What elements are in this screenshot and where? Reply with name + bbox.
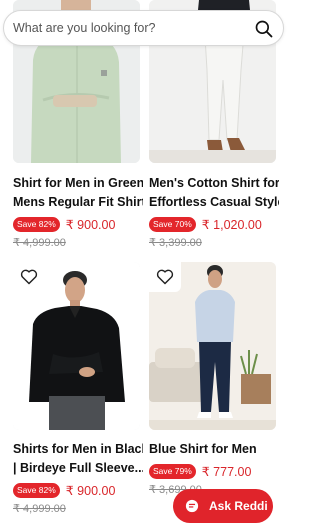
ask-reddi-label: Ask Reddi <box>209 499 268 513</box>
discount-badge: Save 79% <box>149 463 196 479</box>
sale-price: ₹ 777.00 <box>201 464 252 479</box>
original-price: ₹ 4,999.00 <box>13 503 66 515</box>
search-input[interactable] <box>13 19 243 37</box>
heart-icon <box>156 269 174 285</box>
wishlist-button[interactable] <box>13 262 45 292</box>
search-icon[interactable] <box>254 19 274 39</box>
product-title[interactable]: Blue Shirt for Men <box>149 440 279 459</box>
discount-badge: Save 70% <box>149 216 196 232</box>
chat-icon <box>185 499 199 513</box>
sale-price: ₹ 900.00 <box>65 217 116 232</box>
price-row: Save 82% ₹ 900.00 <box>13 215 115 233</box>
discount-badge: Save 82% <box>13 482 60 498</box>
product-title-line2[interactable]: Mens Regular Fit Shirt <box>13 193 143 212</box>
price-row: Save 82% ₹ 900.00 <box>13 481 115 499</box>
product-title-line2[interactable]: Effortless Casual Style <box>149 193 279 212</box>
product-title[interactable]: Men's Cotton Shirt for <box>149 174 279 193</box>
product-title-line2[interactable]: | Birdeye Full Sleeve... <box>13 459 143 478</box>
heart-icon <box>20 269 38 285</box>
search-bar <box>3 10 284 46</box>
original-price: ₹ 3,399.00 <box>149 237 202 249</box>
sale-price: ₹ 1,020.00 <box>201 217 262 232</box>
price-row: Save 79% ₹ 777.00 <box>149 462 251 480</box>
product-title[interactable]: Shirts for Men in Black <box>13 440 143 459</box>
original-price: ₹ 4,999.00 <box>13 237 66 249</box>
ask-reddi-button[interactable]: Ask Reddi <box>173 489 273 523</box>
product-title[interactable]: Shirt for Men in Green| <box>13 174 143 193</box>
discount-badge: Save 82% <box>13 216 60 232</box>
price-row: Save 70% ₹ 1,020.00 <box>149 215 262 233</box>
sale-price: ₹ 900.00 <box>65 483 116 498</box>
wishlist-button[interactable] <box>149 262 181 292</box>
